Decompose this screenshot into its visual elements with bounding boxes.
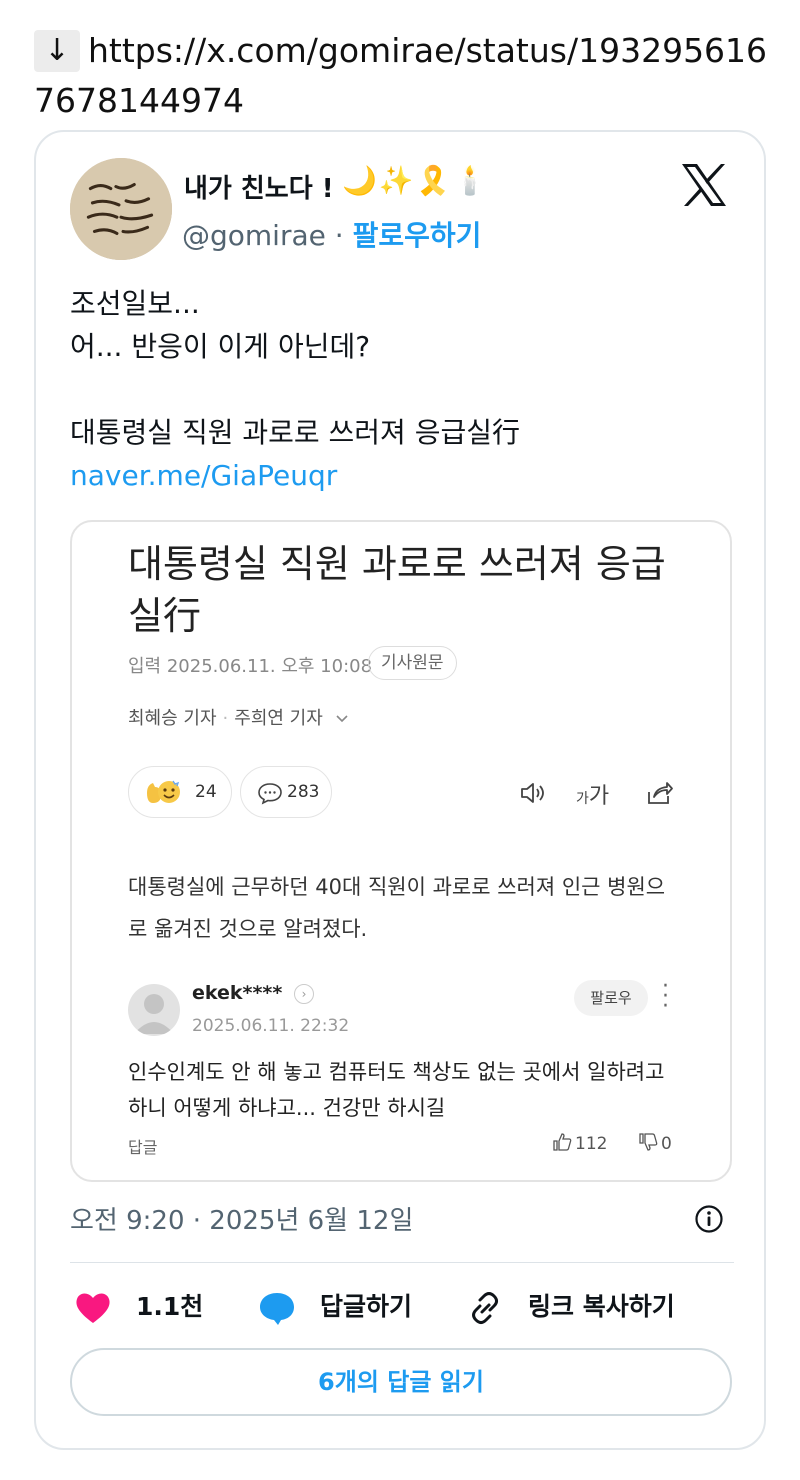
download-arrow-icon: ↓	[34, 30, 80, 72]
chevron-down-icon	[335, 715, 348, 723]
tweet-card: 내가 친노다 ! 🌙✨🎗️🕯️ @gomirae · 팔로우하기 조선일보...…	[34, 130, 766, 1450]
x-logo-icon[interactable]	[680, 162, 728, 208]
reporter-name: 주희연 기자	[234, 708, 323, 729]
handle-row: @gomirae · 팔로우하기	[182, 214, 481, 254]
reply-button[interactable]: 답글하기	[258, 1282, 458, 1332]
comment-reply-label: 답글	[128, 1138, 158, 1157]
like-count: 1.1천	[136, 1292, 204, 1321]
upvote-count: 112	[575, 1134, 608, 1154]
commenter-avatar	[128, 984, 180, 1036]
reaction-pill: 24	[128, 766, 232, 818]
avatar-calligraphy-image	[70, 158, 172, 260]
shared-url[interactable]: https://x.com/gomirae/status/19329561676…	[34, 31, 767, 120]
thumb-down-icon	[639, 1133, 658, 1151]
like-button[interactable]: 1.1천	[74, 1282, 224, 1332]
follow-button[interactable]: 팔로우하기	[353, 219, 482, 252]
comment-count-pill: 283	[240, 766, 332, 818]
speaker-icon	[521, 783, 544, 803]
heart-icon	[76, 1293, 110, 1323]
tweet-line: 대통령실 직원 과로로 쓰러져 응급실行	[70, 416, 521, 449]
reply-bubble-icon	[260, 1293, 294, 1325]
commenter-follow-button: 팔로우	[574, 980, 648, 1016]
author-avatar[interactable]	[70, 158, 172, 260]
thumb-up-icon	[553, 1133, 572, 1151]
default-user-icon	[134, 994, 174, 1034]
reaction-emoji-icon	[147, 780, 180, 803]
author-handle[interactable]: @gomirae	[182, 219, 326, 252]
comment-date: 2025.06.11. 22:32	[192, 1016, 350, 1036]
upvote: 112	[552, 1132, 607, 1154]
reaction-count: 24	[195, 782, 217, 802]
shared-url-line: ↓ https://x.com/gomirae/status/1932956167…	[34, 26, 774, 126]
copy-link-label: 링크 복사하기	[528, 1292, 675, 1321]
info-icon[interactable]	[694, 1204, 724, 1234]
share-icon	[648, 782, 673, 804]
author-emoji: 🌙✨🎗️🕯️	[342, 164, 490, 197]
original-article-button: 기사원문	[368, 646, 457, 680]
more-options-icon: · · ·	[662, 974, 669, 1019]
chevron-right-icon: ›	[294, 984, 314, 1004]
article-title: 대통령실 직원 과로로 쓰러져 응급실行	[128, 542, 666, 638]
commenter-name: ekek****	[192, 982, 283, 1004]
reporter-separator: ·	[222, 708, 229, 729]
comment-bubble-icon	[258, 783, 282, 805]
read-replies-button[interactable]: 6개의 답글 읽기	[70, 1348, 732, 1416]
divider	[70, 1262, 734, 1263]
font-size-small-label: 가	[576, 791, 589, 807]
font-size-tool: 가가	[576, 778, 609, 810]
tweet-link[interactable]: naver.me/GiaPeuqr	[70, 454, 730, 497]
tweet-line-blank	[70, 368, 730, 411]
link-icon	[472, 1292, 498, 1324]
comment-text: 인수인계도 안 해 놓고 컴퓨터도 책상도 없는 곳에서 일하려고 하니 어떻게…	[128, 1060, 665, 1120]
tweet-text: 조선일보... 어... 반응이 이게 아닌데? 대통령실 직원 과로로 쓰러져…	[70, 282, 730, 497]
tweet-line: 어... 반응이 이게 아닌데?	[70, 330, 371, 363]
tweet-line: 조선일보...	[70, 287, 200, 320]
reporters: 최혜승 기자 · 주희연 기자	[128, 704, 349, 730]
comment-count: 283	[287, 782, 320, 802]
article-screenshot[interactable]: 대통령실 직원 과로로 쓰러져 응급실行 입력 2025.06.11. 오후 1…	[70, 520, 732, 1182]
copy-link-button[interactable]: 링크 복사하기	[466, 1282, 716, 1332]
reporter-name: 최혜승 기자	[128, 708, 217, 729]
separator-dot: ·	[334, 219, 344, 252]
article-lede: 대통령실에 근무하던 40대 직원이 과로로 쓰러져 인근 병원으로 옮겨진 것…	[128, 875, 666, 941]
font-size-large-label: 가	[588, 784, 610, 809]
article-published: 입력 2025.06.11. 오후 10:08	[128, 656, 373, 677]
downvote: 0	[638, 1132, 672, 1154]
author-name[interactable]: 내가 친노다 !	[184, 168, 334, 205]
tweet-timestamp[interactable]: 오전 9:20 · 2025년 6월 12일	[70, 1200, 413, 1237]
reply-label: 답글하기	[320, 1292, 413, 1321]
downvote-count: 0	[661, 1134, 672, 1154]
